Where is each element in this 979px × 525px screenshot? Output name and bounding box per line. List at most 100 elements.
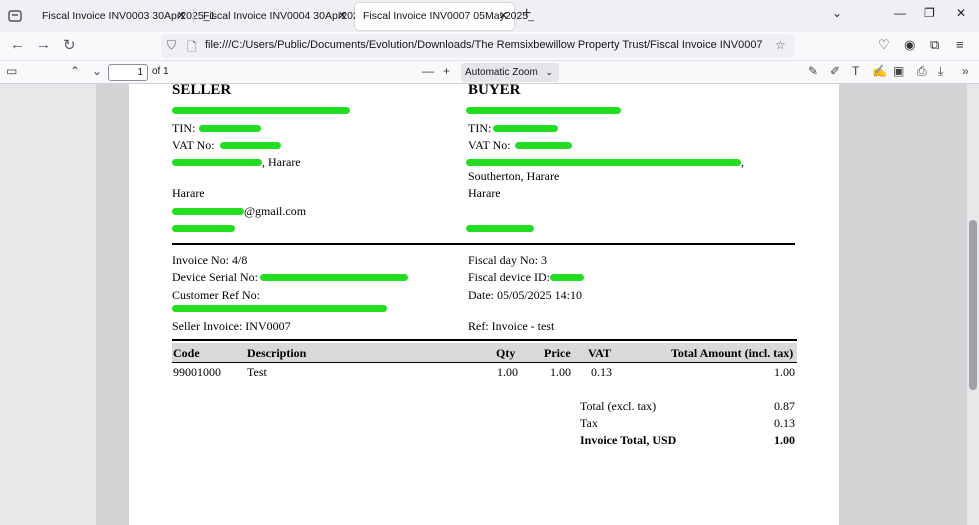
draw-icon[interactable]: ✍ (872, 64, 887, 78)
next-page-icon[interactable]: ⌄ (92, 64, 102, 78)
table-top-rule (172, 339, 797, 341)
buyer-address: , (741, 155, 744, 169)
invoice-number: Invoice No: 4/8 (172, 253, 248, 267)
tab-invoice-0004[interactable]: Fiscal Invoice INV0004 30Apr2025_1 ✕ (195, 3, 376, 30)
highlight-icon[interactable]: ✐ (830, 64, 840, 78)
page-number-input[interactable]: 1 (108, 64, 148, 81)
zoom-in-icon[interactable]: + (443, 64, 450, 78)
seller-tin-label: TIN: (172, 121, 196, 135)
navigation-bar: ← → ↻ ⛉ 🗋 file:///C:/Users/Public/Docume… (0, 32, 979, 60)
window-close-icon[interactable]: ✕ (956, 6, 966, 20)
row-code: 99001000 (173, 365, 221, 379)
buyer-tin-label: TIN: (468, 121, 492, 135)
section-divider (172, 243, 795, 245)
seller-heading: SELLER (172, 84, 232, 98)
redaction-mark (199, 125, 261, 132)
url-text[interactable]: file:///C:/Users/Public/Documents/Evolut… (205, 39, 765, 51)
fiscal-device-label: Fiscal device ID: (468, 270, 550, 284)
buyer-heading: BUYER (468, 84, 521, 98)
redaction-mark (220, 142, 281, 149)
print-icon[interactable]: ⎙ (917, 64, 927, 79)
buyer-city: Harare (468, 186, 501, 200)
account-icon[interactable]: ◉ (904, 37, 915, 53)
menu-icon[interactable]: ≡ (956, 37, 964, 52)
tab-label: Fiscal Invoice INV0004 30Apr2025_1 (203, 10, 377, 22)
tab-invoice-0007[interactable]: Fiscal Invoice INV0007 05May2025_ ✕ (355, 3, 534, 30)
back-icon[interactable]: ← (10, 36, 25, 53)
tab-close-icon[interactable]: ✕ (177, 3, 186, 30)
text-tool-icon[interactable]: T (852, 64, 859, 78)
edit-pdf-icon[interactable]: ✎ (808, 64, 818, 78)
scrollbar-thumb[interactable] (969, 220, 977, 390)
save-icon[interactable]: ⤓ (938, 64, 943, 79)
pdf-page: SELLER TIN: VAT No: , Harare Harare @gma… (129, 84, 839, 525)
chevron-down-icon: ⌄ (545, 67, 553, 77)
image-icon[interactable]: ▣ (893, 64, 904, 78)
extensions-icon[interactable]: ⧉ (930, 37, 939, 53)
redaction-mark (466, 107, 621, 114)
row-vat: 0.13 (591, 365, 612, 379)
seller-city: Harare (172, 186, 205, 200)
page-count: of 1 (152, 66, 169, 77)
pocket-icon[interactable]: ♡ (878, 37, 890, 53)
shield-icon[interactable]: ⛉ (167, 38, 176, 53)
col-total: Total Amount (incl. tax) (671, 346, 794, 360)
redaction-mark (550, 274, 584, 281)
zoom-value: Automatic Zoom (465, 67, 538, 78)
page-icon: 🗋 (187, 40, 197, 54)
pdf-toolbar: ▭ ⌃ ⌄ 1 of 1 — + Automatic Zoom ⌄ ✎ ✐ T … (0, 60, 979, 84)
redaction-mark (172, 225, 235, 232)
seller-invoice: Seller Invoice: INV0007 (172, 319, 291, 333)
seller-address: , Harare (262, 155, 301, 169)
forward-icon[interactable]: → (36, 36, 51, 53)
vertical-scrollbar[interactable] (967, 84, 979, 525)
bookmark-star-icon[interactable]: ☆ (775, 38, 786, 52)
tab-separator (193, 9, 194, 23)
tax-value: 0.13 (774, 416, 795, 430)
row-total: 1.00 (774, 365, 795, 379)
total-excl-value: 0.87 (774, 399, 795, 413)
device-serial-label: Device Serial No: (172, 270, 258, 284)
table-header-rule (172, 362, 797, 363)
col-code: Code (173, 346, 200, 360)
restore-icon[interactable]: ❐ (924, 6, 935, 20)
seller-email: @gmail.com (244, 204, 307, 218)
reload-icon[interactable]: ↻ (63, 36, 76, 54)
new-tab-icon[interactable]: + (522, 5, 531, 23)
row-price: 1.00 (550, 365, 571, 379)
redaction-mark (493, 125, 558, 132)
redaction-mark (515, 142, 572, 149)
viewer-left-margin (0, 84, 96, 525)
zoom-select[interactable]: Automatic Zoom ⌄ (461, 63, 559, 82)
tax-label: Tax (580, 416, 598, 430)
redaction-mark (172, 208, 244, 215)
redaction-mark (172, 159, 262, 166)
invoice-date: Date: 05/05/2025 14:10 (468, 288, 582, 302)
tab-label: Fiscal Invoice INV0003 30Apr2025_1 (42, 10, 216, 22)
tab-list-icon[interactable] (6, 7, 24, 25)
tab-invoice-0003[interactable]: Fiscal Invoice INV0003 30Apr2025_1 ✕ (34, 3, 215, 30)
list-all-tabs-icon[interactable]: ⌄ (832, 6, 842, 20)
invoice-total-label: Invoice Total, USD (580, 433, 677, 447)
minimize-icon[interactable]: — (894, 6, 906, 20)
redaction-mark (466, 159, 741, 166)
invoice-ref: Ref: Invoice - test (468, 319, 555, 333)
tab-label: Fiscal Invoice INV0007 05May2025_ (363, 10, 535, 22)
row-description: Test (247, 365, 267, 379)
redaction-mark (172, 305, 387, 312)
sidebar-toggle-icon[interactable]: ▭ (6, 64, 17, 78)
previous-page-icon[interactable]: ⌃ (70, 64, 80, 78)
col-description: Description (247, 346, 307, 360)
invoice-total-value: 1.00 (774, 433, 795, 447)
pdf-viewer[interactable]: SELLER TIN: VAT No: , Harare Harare @gma… (0, 84, 979, 525)
col-qty: Qty (496, 346, 516, 360)
zoom-out-icon[interactable]: — (422, 64, 434, 78)
customer-ref-label: Customer Ref No: (172, 288, 260, 302)
tab-close-icon[interactable]: ✕ (499, 3, 508, 30)
tab-close-icon[interactable]: ✕ (338, 3, 347, 30)
tab-bar: Fiscal Invoice INV0003 30Apr2025_1 ✕ Fis… (0, 0, 979, 32)
more-tools-icon[interactable]: » (962, 64, 969, 78)
redaction-mark (466, 225, 534, 232)
fiscal-day: Fiscal day No: 3 (468, 253, 547, 267)
url-bar[interactable]: ⛉ 🗋 file:///C:/Users/Public/Documents/Ev… (161, 34, 795, 58)
